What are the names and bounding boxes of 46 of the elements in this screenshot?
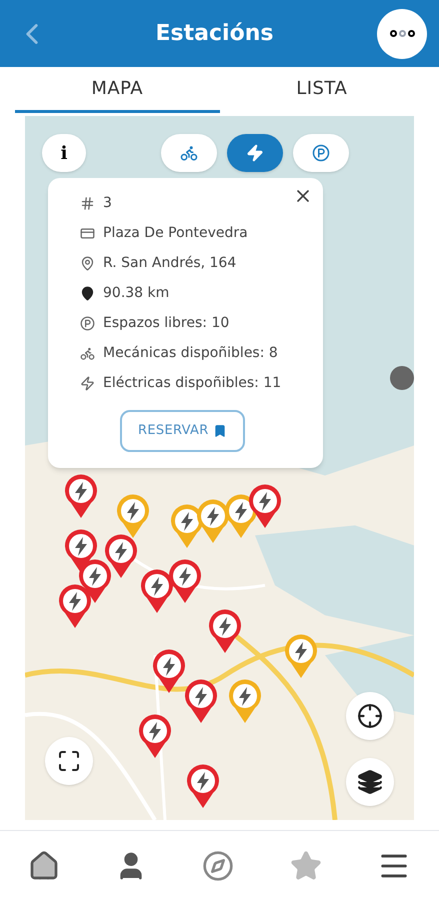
layers-icon xyxy=(357,769,383,795)
card-icon xyxy=(80,226,95,241)
station-marker-icon[interactable] xyxy=(104,534,138,578)
station-marker-icon[interactable] xyxy=(284,634,318,678)
station-marker-icon[interactable] xyxy=(140,569,174,613)
pin-icon xyxy=(80,286,95,301)
more-icon xyxy=(390,30,414,37)
station-detail: Espazos libres: 10 xyxy=(103,314,230,333)
tab[interactable]: LISTA xyxy=(220,67,424,113)
lightning-icon xyxy=(246,144,264,162)
station-marker-icon[interactable] xyxy=(228,679,262,723)
station-marker-icon[interactable] xyxy=(186,764,220,808)
station-detail: 90.38 km xyxy=(103,284,170,303)
station-marker-icon[interactable] xyxy=(184,679,218,723)
hash-icon xyxy=(80,196,95,211)
station-marker-icon[interactable] xyxy=(208,609,242,653)
more-button[interactable] xyxy=(377,8,427,58)
tab[interactable]: MAPA xyxy=(15,67,220,113)
station-marker-icon[interactable] xyxy=(152,649,186,693)
station-detail: Eléctricas dispoñibles: 11 xyxy=(103,374,282,393)
star-icon xyxy=(290,850,322,882)
station-marker-icon[interactable] xyxy=(64,474,98,518)
parking-icon xyxy=(80,316,95,331)
map[interactable]: i 3 Plaza De Pontevedra R. San Andrés, 164 90.38 km Espazos libres: 10 Mecánicas dispoñibles: 8 Eléctricas dispoñibles: 11 RESERVAR xyxy=(25,116,414,820)
station-detail: 3 xyxy=(103,194,112,213)
station-marker-icon[interactable] xyxy=(196,499,230,543)
home-icon xyxy=(28,850,60,882)
crosshair-icon xyxy=(357,703,383,729)
station-marker-icon[interactable] xyxy=(168,559,202,603)
station-detail: Plaza De Pontevedra xyxy=(103,224,248,243)
reserve-button[interactable]: RESERVAR xyxy=(120,410,245,452)
station-marker-icon[interactable] xyxy=(138,714,172,758)
parking-icon xyxy=(312,144,330,162)
page-title: Estacións xyxy=(154,20,274,48)
lightning-icon xyxy=(80,376,95,391)
fullscreen-icon xyxy=(57,749,81,773)
station-detail: Mecánicas dispoñibles: 8 xyxy=(103,344,278,363)
station-marker-icon[interactable] xyxy=(116,494,150,538)
bicycle-icon xyxy=(80,346,95,361)
bicycle-icon xyxy=(180,144,198,162)
bookmark-icon xyxy=(212,424,227,438)
compass-icon xyxy=(202,850,234,882)
station-detail: R. San Andrés, 164 xyxy=(103,254,236,273)
location-icon xyxy=(80,256,95,271)
station-marker-icon[interactable] xyxy=(248,484,282,528)
station-marker-icon[interactable] xyxy=(58,584,92,628)
